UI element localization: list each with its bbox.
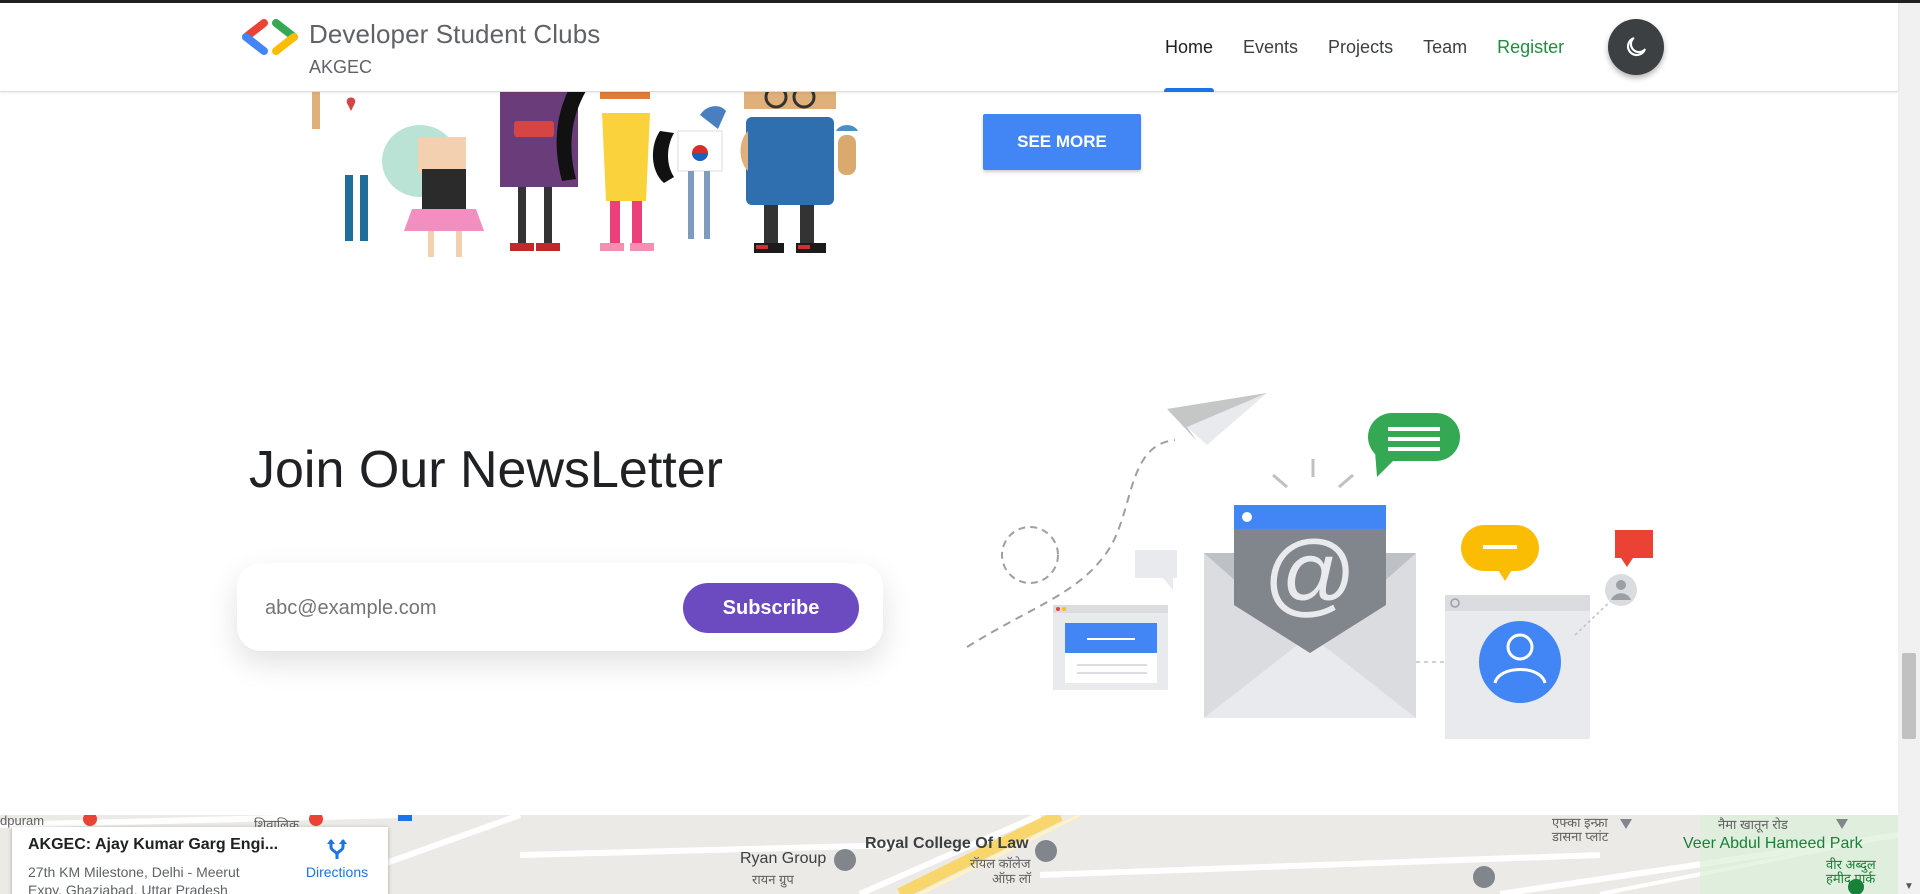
- nav-projects[interactable]: Projects: [1313, 3, 1408, 91]
- email-input[interactable]: [263, 587, 647, 629]
- directions-label: Directions: [305, 864, 369, 880]
- map-label-veer-park-hi2: हमीद पार्क: [1826, 871, 1876, 886]
- nav-home[interactable]: Home: [1150, 3, 1228, 92]
- map-label-ryan-group-hi: रायन ग्रुप: [752, 872, 794, 887]
- community-illustration: [312, 91, 858, 257]
- site-header: Developer Student Clubs AKGEC Home Event…: [0, 3, 1898, 92]
- brand-title[interactable]: Developer Student Clubs: [309, 19, 600, 50]
- nav-register[interactable]: Register: [1482, 3, 1579, 91]
- place-address: 27th KM Milestone, Delhi - Meerut Expy, …: [28, 864, 240, 894]
- brand-subtitle: AKGEC: [309, 57, 373, 77]
- directions-button[interactable]: Directions: [292, 837, 382, 880]
- newsletter-title: Join Our NewsLetter: [249, 441, 723, 499]
- theme-toggle-button[interactable]: [1608, 19, 1664, 75]
- place-title[interactable]: AKGEC: Ajay Kumar Garg Engi...: [28, 836, 278, 854]
- nav-events[interactable]: Events: [1228, 3, 1313, 91]
- embedded-map[interactable]: dpuram शिवालिक Ryan Group रायन ग्रुप Roy…: [0, 815, 1898, 894]
- scrollbar-thumb[interactable]: [1902, 653, 1916, 739]
- directions-icon: [327, 839, 347, 859]
- map-place-card: AKGEC: Ajay Kumar Garg Engi... 27th KM M…: [12, 827, 388, 894]
- gdsc-logo: [242, 19, 298, 55]
- newsletter-form: Subscribe: [237, 563, 883, 651]
- newsletter-illustration: @: [966, 393, 1653, 739]
- main-nav: Home Events Projects Team Register: [1150, 3, 1579, 92]
- scroll-down-arrow-icon[interactable]: ▼: [1904, 881, 1914, 892]
- map-label-ryan-group: Ryan Group: [740, 850, 827, 867]
- moon-icon: [1626, 37, 1646, 57]
- map-label-royal-college: Royal College Of Law: [865, 835, 1029, 852]
- map-label-veer-park: Veer Abdul Hameed Park: [1683, 835, 1863, 852]
- map-label-royal-college-hi2: ऑफ़ लॉ: [992, 871, 1032, 886]
- see-more-button[interactable]: SEE MORE: [983, 114, 1141, 170]
- svg-text:@: @: [1263, 523, 1356, 625]
- nav-team[interactable]: Team: [1408, 3, 1482, 91]
- map-label-dasna: डासना प्लांट: [1552, 829, 1609, 844]
- subscribe-button[interactable]: Subscribe: [683, 583, 859, 633]
- map-label-naima-road: नैमा खातून रोड: [1718, 817, 1788, 832]
- page-scrollbar[interactable]: ▼: [1898, 3, 1920, 894]
